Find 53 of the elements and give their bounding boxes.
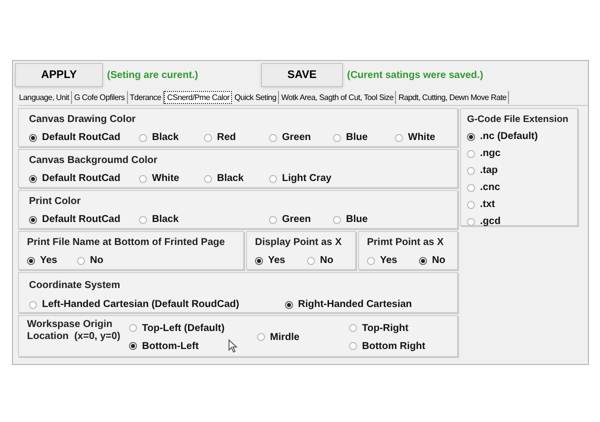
radio-option[interactable]: .cnc bbox=[467, 180, 571, 196]
tab[interactable]: Quick Seting bbox=[232, 91, 280, 104]
radio-option[interactable]: Green bbox=[269, 212, 333, 227]
status-text: (Curent satings were saved.) bbox=[347, 68, 484, 82]
mouse-pointer-icon bbox=[228, 339, 238, 353]
apply-button[interactable]: APPLY bbox=[15, 63, 103, 87]
radio-option[interactable]: White bbox=[139, 171, 204, 186]
radio-option[interactable]: No bbox=[419, 253, 459, 268]
group-title: Canvas Drawing Color bbox=[29, 113, 137, 127]
radio-option[interactable]: Bottom Right bbox=[349, 337, 449, 355]
radio-option[interactable]: .tap bbox=[467, 163, 571, 178]
radio-option[interactable]: White bbox=[395, 130, 455, 145]
group-title: Print File Name at Bottom of Frinted Page bbox=[27, 236, 226, 250]
radio-option[interactable]: No bbox=[77, 253, 127, 268]
radio-option[interactable]: Default RoutCad bbox=[29, 130, 139, 145]
radio-option[interactable]: Default RoutCad bbox=[29, 212, 139, 227]
radio-option[interactable]: Top-Left (Default) bbox=[129, 319, 257, 337]
radio-option[interactable]: Green bbox=[269, 130, 333, 145]
radio-option[interactable]: .gcd bbox=[467, 214, 571, 230]
radio-option[interactable]: Right-Handed Cartesian bbox=[285, 297, 435, 312]
group-title: Coordinate System bbox=[29, 279, 122, 293]
radio-option[interactable]: Yes bbox=[255, 253, 307, 268]
radio-option[interactable]: Mirdle bbox=[257, 319, 349, 355]
group-title: Print Color bbox=[29, 195, 82, 209]
tab[interactable]: Wotk Area, Sagth of Cut, Tool Size bbox=[279, 91, 396, 104]
status-text: (Seting are curent.) bbox=[107, 68, 200, 82]
radio-option[interactable]: .ngc bbox=[467, 146, 571, 162]
radio-option[interactable]: Default RoutCad bbox=[29, 171, 139, 186]
group-title: G-Code File Extension bbox=[467, 113, 570, 127]
tab[interactable]: CSnerd/Pme Calor bbox=[164, 91, 232, 104]
radio-option[interactable]: Light Cray bbox=[269, 171, 333, 186]
group-title: Canvas Backgroumd Color bbox=[29, 154, 158, 168]
radio-option[interactable]: Red bbox=[204, 130, 269, 145]
radio-option[interactable]: Top-Right bbox=[349, 319, 449, 337]
radio-option[interactable]: Black bbox=[204, 171, 269, 186]
tab[interactable]: Rapdt, Cutting, Dewn Move Rate bbox=[396, 91, 510, 104]
radio-option[interactable]: .nc (Default) bbox=[467, 129, 571, 144]
radio-option[interactable]: No bbox=[307, 253, 347, 268]
radio-option[interactable]: Bottom-Left bbox=[129, 337, 257, 355]
group-title: Workspase Origin Location (x=0, y=0) bbox=[27, 319, 122, 344]
radio-option[interactable]: Black bbox=[139, 130, 204, 145]
tab[interactable]: G Cofe Opfilers bbox=[72, 91, 128, 104]
group-title: Display Point as X bbox=[255, 236, 343, 250]
radio-option[interactable]: Blue bbox=[333, 130, 395, 145]
radio-option[interactable]: Blue bbox=[333, 212, 395, 227]
radio-option[interactable]: Black bbox=[139, 212, 204, 227]
tab[interactable]: Language, Unit bbox=[17, 91, 72, 104]
radio-option[interactable]: Yes bbox=[367, 253, 419, 268]
radio-option[interactable]: Yes bbox=[27, 253, 77, 268]
save-button[interactable]: SAVE bbox=[261, 63, 343, 87]
group-title: Primt Point as X bbox=[367, 236, 445, 250]
radio-option[interactable]: Left-Handed Cartesian (Default RoudCad) bbox=[29, 297, 285, 312]
radio-option[interactable]: .txt bbox=[467, 197, 571, 212]
